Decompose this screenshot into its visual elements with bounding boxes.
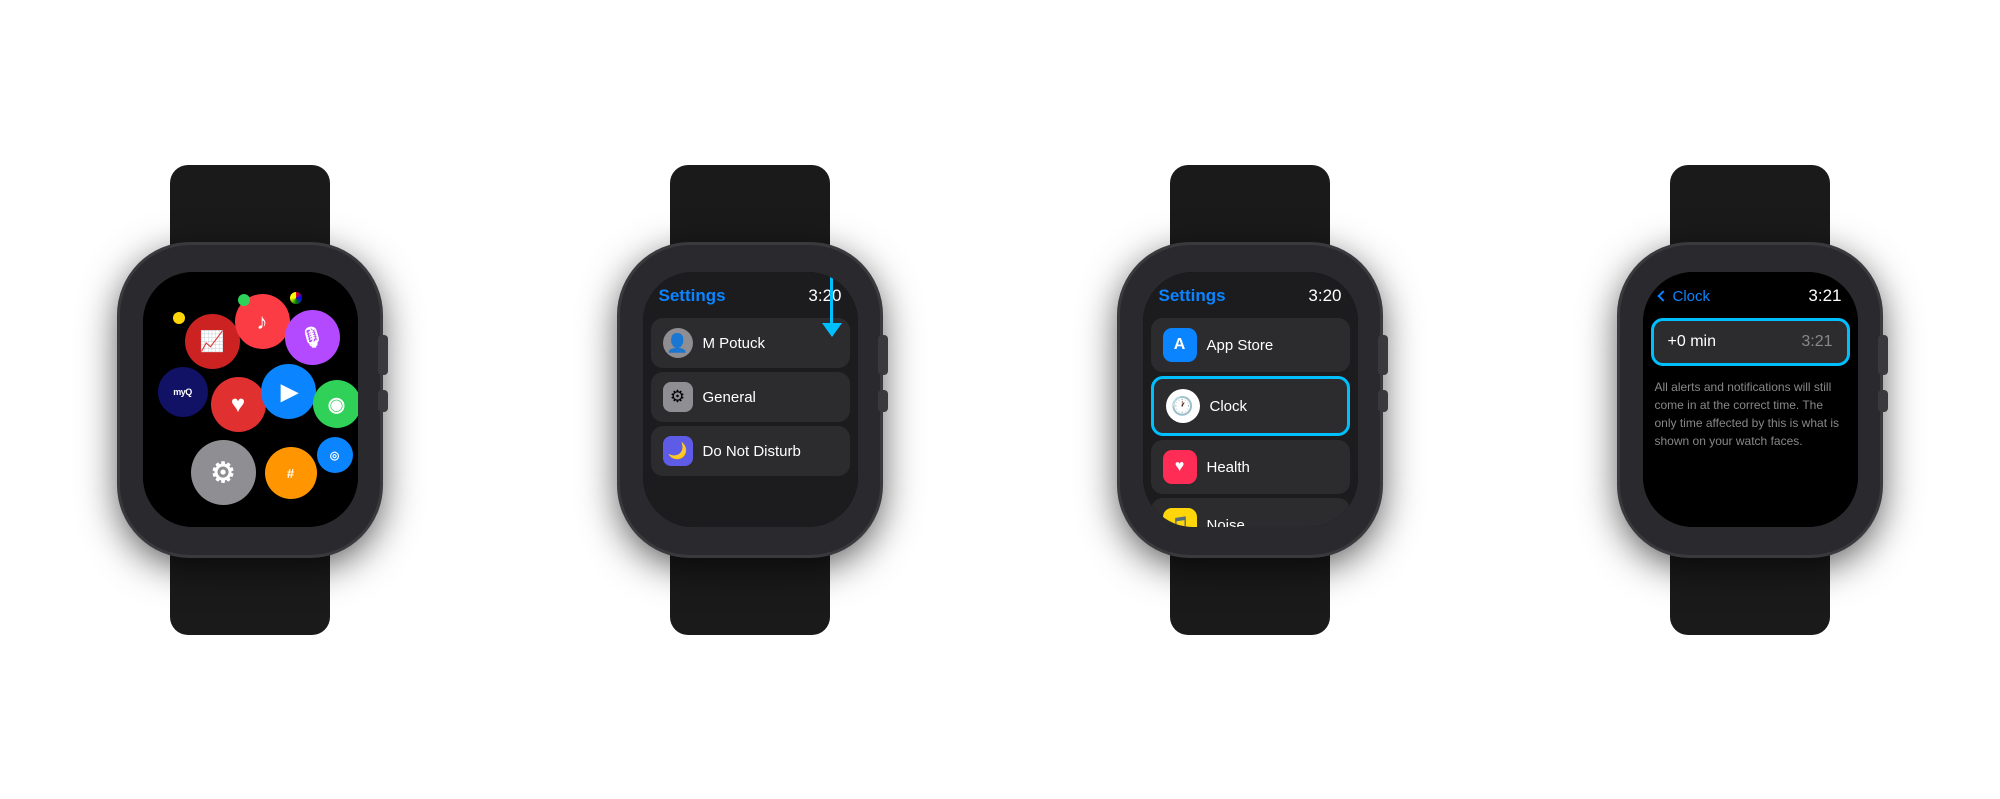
watch-2-outer: Settings 3:20 👤 M Potuck (620, 165, 880, 635)
general-label: General (703, 389, 756, 406)
watch-1: 📈 ♪ 🎙 myQ ♥ (120, 165, 380, 635)
play-app[interactable]: ▶ (261, 364, 316, 419)
profile-label: M Potuck (703, 335, 766, 352)
watch-screen-1: 📈 ♪ 🎙 myQ ♥ (143, 272, 358, 527)
settings-header-3: Settings 3:20 (1143, 272, 1358, 314)
noise-label: Noise (1207, 517, 1245, 528)
clock-label: Clock (1210, 398, 1248, 415)
appstore-row[interactable]: A App Store (1151, 318, 1350, 372)
watch-body-4: Clock 3:21 +0 min 3:21 All alerts and no… (1620, 245, 1880, 555)
watch-3: Settings 3:20 A App Store 🕐 (1120, 165, 1380, 635)
dot-green (238, 294, 250, 306)
maps-app[interactable]: ◎ (317, 437, 353, 473)
appstore-label: App Store (1207, 337, 1274, 354)
myq-app[interactable]: myQ (158, 367, 208, 417)
settings-title: Settings (659, 286, 726, 306)
band-top-1 (170, 165, 330, 245)
watch-1-outer: 📈 ♪ 🎙 myQ ♥ (120, 165, 380, 635)
avatar-icon: 👤 (663, 328, 693, 358)
watch-3-outer: Settings 3:20 A App Store 🕐 (1120, 165, 1380, 635)
watch-button-2 (878, 390, 888, 412)
general-row[interactable]: ⚙ General (651, 372, 850, 422)
appstore-icon: A (1163, 328, 1197, 362)
back-label: Clock (1673, 288, 1711, 305)
health-app[interactable]: ♥ (211, 377, 266, 432)
gear-icon: ⚙ (663, 382, 693, 412)
watch-4-outer: Clock 3:21 +0 min 3:21 All alerts and no… (1620, 165, 1880, 635)
clock-detail-screen: Clock 3:21 +0 min 3:21 All alerts and no… (1643, 272, 1858, 527)
watch-body-1: 📈 ♪ 🎙 myQ ♥ (120, 245, 380, 555)
dnd-icon: 🌙 (663, 436, 693, 466)
watch-4: Clock 3:21 +0 min 3:21 All alerts and no… (1620, 165, 1880, 635)
clock-offset-row[interactable]: +0 min 3:21 (1651, 318, 1850, 366)
calculator-app[interactable]: # (265, 447, 317, 499)
podcasts-app[interactable]: 🎙 (285, 310, 340, 365)
watch-crown-1 (378, 335, 388, 375)
settings-screen: Settings 3:20 👤 M Potuck (643, 272, 858, 527)
watch-crown-4 (1878, 335, 1888, 375)
dot-yellow (173, 312, 185, 324)
watch-2: Settings 3:20 👤 M Potuck (620, 165, 880, 635)
activity-app[interactable]: 📈 (185, 314, 240, 369)
watch-screen-4: Clock 3:21 +0 min 3:21 All alerts and no… (1643, 272, 1858, 527)
findmy-app[interactable]: ◉ (313, 380, 358, 428)
noise-icon: 🎵 (1163, 508, 1197, 527)
watch-crown-3 (1378, 335, 1388, 375)
app-grid: 📈 ♪ 🎙 myQ ♥ (143, 272, 358, 527)
back-chevron-icon (1657, 290, 1668, 301)
scroll-line (830, 272, 833, 323)
band-top-2 (670, 165, 830, 245)
clock-row[interactable]: 🕐 Clock (1151, 376, 1350, 436)
scroll-arrow (822, 323, 842, 337)
noise-row[interactable]: 🎵 Noise (1151, 498, 1350, 527)
health-label: Health (1207, 459, 1250, 476)
watch-screen-2: Settings 3:20 👤 M Potuck (643, 272, 858, 527)
settings-title-3: Settings (1159, 286, 1226, 306)
band-top-3 (1170, 165, 1330, 245)
watch-button-1 (378, 390, 388, 412)
band-bottom-4 (1670, 555, 1830, 635)
clock-row-icon: 🕐 (1166, 389, 1200, 423)
health-row[interactable]: ♥ Health (1151, 440, 1350, 494)
clock-description: All alerts and notifications will still … (1643, 370, 1858, 458)
dot-multi (290, 292, 302, 304)
watch-button-4 (1878, 390, 1888, 412)
offset-time: 3:21 (1801, 333, 1832, 351)
profile-row[interactable]: 👤 M Potuck (651, 318, 850, 368)
dnd-row[interactable]: 🌙 Do Not Disturb (651, 426, 850, 476)
clock-detail-time: 3:21 (1808, 286, 1841, 306)
band-bottom-1 (170, 555, 330, 635)
back-button[interactable]: Clock (1659, 288, 1711, 305)
settings-app[interactable]: ⚙ (191, 440, 256, 505)
band-bottom-3 (1170, 555, 1330, 635)
watch-body-2: Settings 3:20 👤 M Potuck (620, 245, 880, 555)
band-bottom-2 (670, 555, 830, 635)
scroll-indicator (812, 272, 852, 337)
watch-body-3: Settings 3:20 A App Store 🕐 (1120, 245, 1380, 555)
offset-label: +0 min (1668, 333, 1716, 351)
settings-time-3: 3:20 (1308, 286, 1341, 306)
watch-crown-2 (878, 335, 888, 375)
settings-clock-screen: Settings 3:20 A App Store 🕐 (1143, 272, 1358, 527)
band-top-4 (1670, 165, 1830, 245)
dnd-label: Do Not Disturb (703, 443, 801, 460)
health-icon: ♥ (1163, 450, 1197, 484)
watch-screen-3: Settings 3:20 A App Store 🕐 (1143, 272, 1358, 527)
clock-detail-header: Clock 3:21 (1643, 272, 1858, 314)
watch-button-3 (1378, 390, 1388, 412)
